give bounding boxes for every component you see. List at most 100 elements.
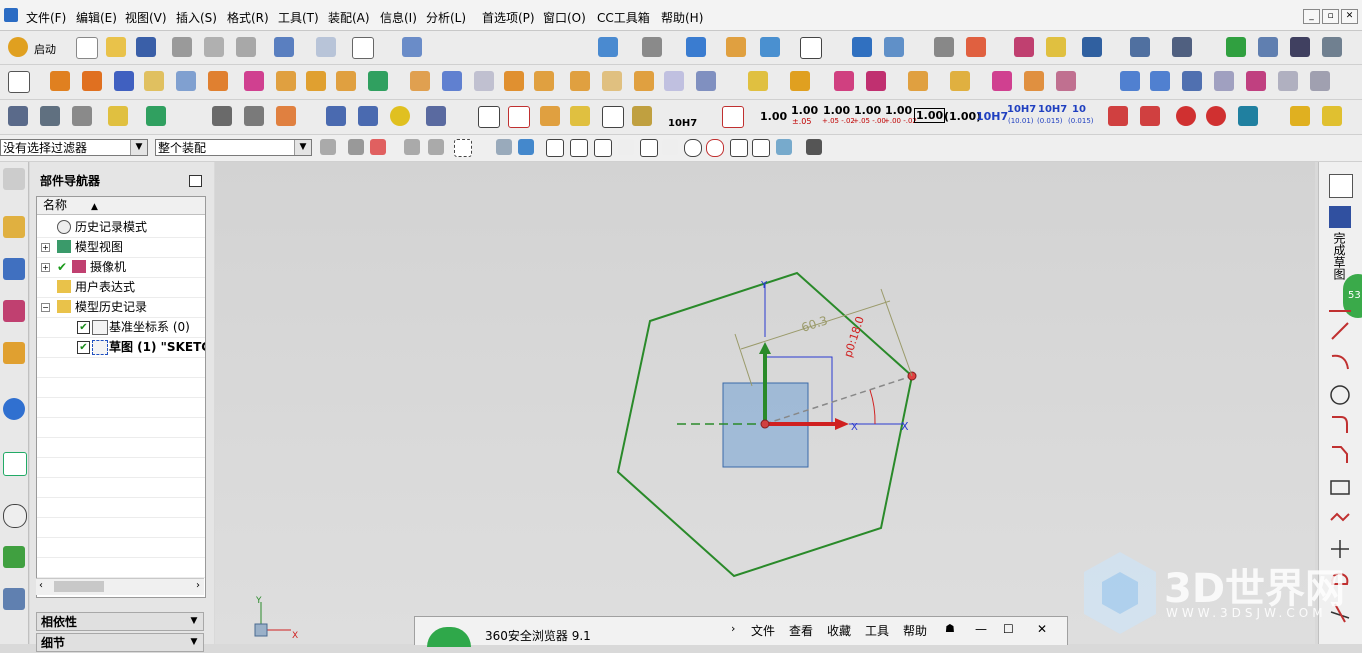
distance-dimension-text[interactable]: 60.3 bbox=[800, 313, 830, 335]
menu-tools[interactable]: 工具(T) bbox=[278, 9, 319, 26]
copy-icon[interactable] bbox=[204, 37, 224, 57]
polygon-tool-icon[interactable] bbox=[1329, 506, 1351, 528]
pull-icon[interactable] bbox=[1024, 71, 1044, 91]
open-icon[interactable] bbox=[106, 37, 126, 57]
sketch-new-icon[interactable] bbox=[1329, 174, 1353, 198]
resize-icon[interactable] bbox=[992, 71, 1012, 91]
chevron-down-icon[interactable]: ▼ bbox=[294, 140, 311, 155]
ring-icon[interactable] bbox=[390, 106, 410, 126]
snap-curve-icon[interactable] bbox=[640, 139, 658, 157]
part-navigator-icon[interactable] bbox=[3, 300, 25, 322]
radius-icon[interactable] bbox=[1206, 106, 1226, 126]
browser-close-button[interactable]: ✕ bbox=[1037, 622, 1047, 636]
hatch-icon[interactable] bbox=[632, 106, 652, 126]
filter-2-icon[interactable] bbox=[428, 139, 444, 155]
details-panel[interactable]: 细节 ▼ bbox=[36, 633, 204, 652]
chevron-down-icon[interactable]: ▼ bbox=[187, 614, 201, 629]
history-icon[interactable] bbox=[3, 452, 27, 476]
dim-style-10[interactable]: 10H7 bbox=[1038, 104, 1067, 115]
tree-item-sketch[interactable]: ✔ 草图 (1) "SKETC bbox=[37, 337, 205, 358]
browser-menu-help[interactable]: 帮助 bbox=[903, 622, 927, 639]
hide-icon[interactable] bbox=[108, 106, 128, 126]
snap-existing-icon[interactable] bbox=[730, 139, 748, 157]
grid-icon[interactable] bbox=[1130, 37, 1150, 57]
fit-view-icon[interactable] bbox=[598, 37, 618, 57]
extrude-icon[interactable] bbox=[50, 71, 70, 91]
menu-preferences[interactable]: 首选项(P) bbox=[482, 9, 535, 26]
dim-style-1[interactable]: 1.00 bbox=[760, 110, 787, 123]
subtract-icon[interactable] bbox=[368, 71, 388, 91]
menu-cc-toolbox[interactable]: CC工具箱 bbox=[597, 9, 650, 26]
hole-icon[interactable] bbox=[244, 71, 264, 91]
chamfer-icon[interactable] bbox=[474, 71, 494, 91]
table-icon[interactable] bbox=[1258, 37, 1278, 57]
bridge-icon[interactable] bbox=[1246, 71, 1266, 91]
selection-intent-icon[interactable] bbox=[370, 139, 386, 155]
snap-pole-icon[interactable] bbox=[776, 139, 792, 155]
finish-sketch-icon[interactable] bbox=[1329, 206, 1351, 228]
collapse-icon[interactable]: − bbox=[41, 303, 50, 312]
display-icon[interactable] bbox=[800, 37, 822, 59]
palette-icon[interactable] bbox=[3, 546, 25, 568]
dim-style-4[interactable]: 1.00 bbox=[854, 104, 881, 117]
transform-icon[interactable] bbox=[352, 37, 374, 59]
snap-line-icon[interactable] bbox=[752, 139, 770, 157]
dependencies-panel[interactable]: 相依性 ▼ bbox=[36, 612, 204, 631]
snap-control-icon[interactable] bbox=[594, 139, 612, 157]
mirror-icon[interactable] bbox=[748, 71, 768, 91]
circle-tool-icon[interactable] bbox=[1329, 384, 1351, 406]
menu-window[interactable]: 窗口(O) bbox=[543, 9, 586, 26]
split-icon[interactable] bbox=[634, 71, 654, 91]
tree-item-model-history[interactable]: − 模型历史记录 bbox=[37, 297, 205, 318]
dim-style-5[interactable]: 1.00 bbox=[885, 104, 912, 117]
orient-icon[interactable] bbox=[852, 37, 872, 57]
rectangle-tool-icon[interactable] bbox=[1329, 476, 1351, 498]
assembly-navigator-icon[interactable] bbox=[3, 216, 25, 238]
tree-item-user-expressions[interactable]: 用户表达式 bbox=[37, 277, 205, 298]
analysis-icon[interactable] bbox=[1046, 37, 1066, 57]
curve-icon[interactable] bbox=[212, 106, 232, 126]
dim-style-9[interactable]: 10H7 bbox=[1007, 104, 1036, 115]
cut-icon[interactable] bbox=[172, 37, 192, 57]
finish-sketch-label[interactable]: 完成草图 bbox=[1331, 232, 1346, 280]
surface-icon[interactable] bbox=[1120, 71, 1140, 91]
information-icon[interactable] bbox=[402, 37, 422, 57]
measure-icon[interactable] bbox=[1014, 37, 1034, 57]
web-browser-icon[interactable] bbox=[3, 398, 25, 420]
line-icon[interactable] bbox=[244, 106, 264, 126]
delete-face-icon[interactable] bbox=[950, 71, 970, 91]
undo-icon[interactable] bbox=[274, 37, 294, 57]
arc-tool-icon[interactable] bbox=[1329, 350, 1351, 372]
render-style-icon[interactable] bbox=[642, 37, 662, 57]
extension-icon[interactable] bbox=[1310, 71, 1330, 91]
mesh-icon[interactable] bbox=[1150, 71, 1170, 91]
layer-settings-icon[interactable] bbox=[40, 106, 60, 126]
dim-style-6[interactable]: 1.00 bbox=[914, 108, 946, 123]
visibility-checkbox[interactable]: ✔ bbox=[77, 341, 90, 354]
menu-file[interactable]: 文件(F) bbox=[26, 9, 66, 26]
tree-item-cameras[interactable]: + ✔ 摄像机 bbox=[37, 257, 205, 278]
chevron-down-icon[interactable]: ▼ bbox=[130, 140, 147, 155]
through-curves-icon[interactable] bbox=[1182, 71, 1202, 91]
view-orient-icon[interactable] bbox=[686, 37, 706, 57]
skin-icon[interactable]: ☗ bbox=[945, 622, 955, 635]
browser-menu-view[interactable]: 查看 bbox=[789, 622, 813, 639]
table-note-icon[interactable] bbox=[508, 106, 530, 128]
browser-minimize-button[interactable]: — bbox=[975, 622, 987, 636]
sew-icon[interactable] bbox=[696, 71, 716, 91]
selection-filter-select[interactable]: 没有选择过滤器 ▼ bbox=[0, 139, 148, 156]
snap-end-icon[interactable] bbox=[546, 139, 564, 157]
selection-scope-select[interactable]: 整个装配 ▼ bbox=[155, 139, 312, 156]
kit-icon[interactable] bbox=[1290, 106, 1310, 126]
sketch-icon[interactable] bbox=[8, 71, 30, 93]
expand-icon[interactable]: + bbox=[41, 263, 50, 272]
clock-icon[interactable] bbox=[3, 504, 27, 528]
select-all-icon[interactable] bbox=[320, 139, 336, 155]
snap-point-icon[interactable] bbox=[348, 139, 364, 155]
column-header-name[interactable]: 名称 ▲ bbox=[37, 197, 205, 215]
snap-grid-icon[interactable] bbox=[806, 139, 822, 155]
scroll-thumb[interactable] bbox=[54, 581, 104, 592]
save-icon[interactable] bbox=[136, 37, 156, 57]
thread-icon[interactable] bbox=[326, 106, 346, 126]
trim-icon[interactable] bbox=[602, 71, 622, 91]
